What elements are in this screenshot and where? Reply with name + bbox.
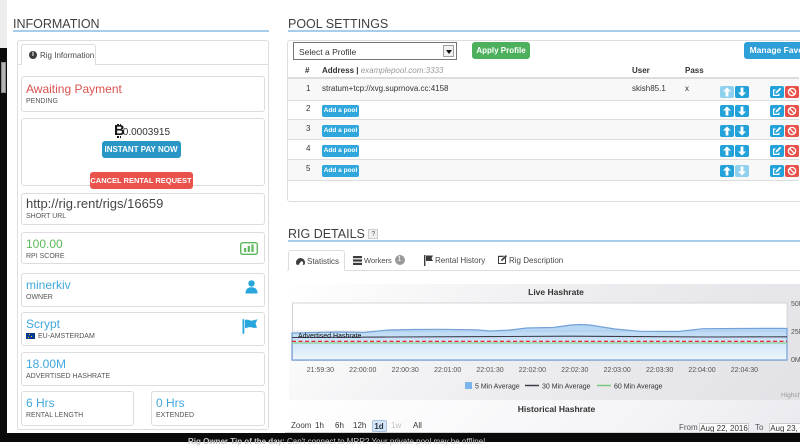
svg-text:0M: 0M: [791, 357, 800, 364]
svg-text:50M: 50M: [791, 301, 800, 308]
svg-text:60 Min Average: 60 Min Average: [614, 384, 663, 391]
svg-text:22:01:30: 22:01:30: [476, 367, 503, 374]
svg-text:5 Min Average: 5 Min Average: [475, 384, 520, 391]
svg-text:22:02:30: 22:02:30: [561, 367, 588, 374]
svg-text:22:04:30: 22:04:30: [731, 367, 758, 374]
svg-text:22:03:00: 22:03:00: [604, 367, 631, 374]
svg-text:22:02:00: 22:02:00: [519, 367, 546, 374]
svg-text:Highcharts.com: Highcharts.com: [781, 392, 800, 399]
svg-text:22:03:30: 22:03:30: [646, 367, 673, 374]
svg-text:30 Min Average: 30 Min Average: [542, 384, 591, 391]
svg-text:Live Hashrate: Live Hashrate: [528, 287, 584, 297]
svg-text:25M: 25M: [791, 329, 800, 336]
svg-text:22:01:00: 22:01:00: [434, 367, 461, 374]
svg-text:Advertised Hashrate: Advertised Hashrate: [298, 333, 362, 340]
svg-text:22:00:30: 22:00:30: [392, 367, 419, 374]
svg-text:22:00:00: 22:00:00: [349, 367, 376, 374]
svg-text:22:04:00: 22:04:00: [688, 367, 715, 374]
svg-text:21:59:30: 21:59:30: [307, 367, 334, 374]
